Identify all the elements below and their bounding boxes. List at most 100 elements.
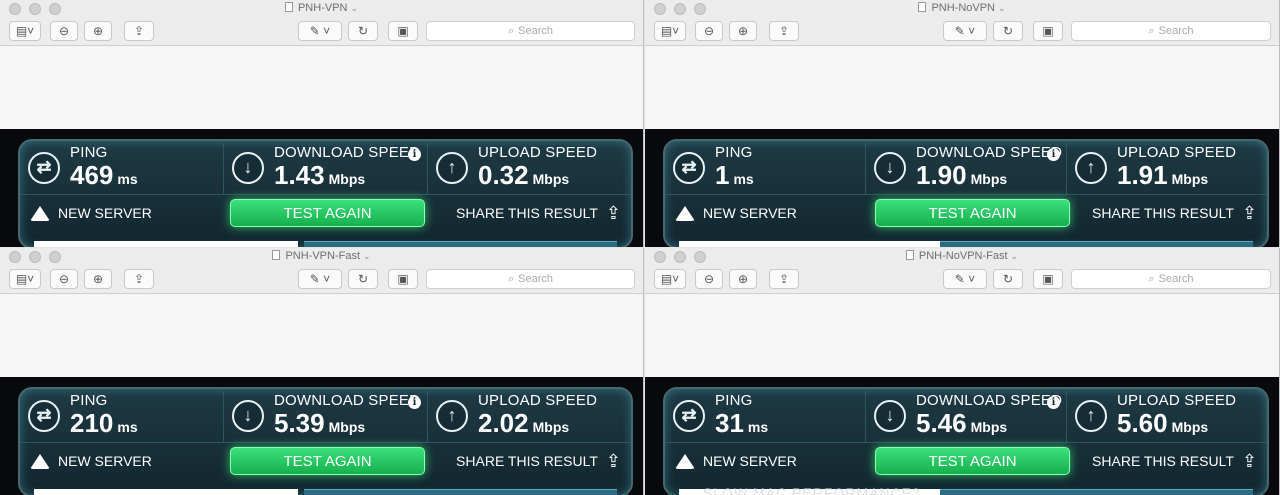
search-field[interactable]: ⌕ Search	[426, 269, 635, 289]
zoom-out-button[interactable]: ⊖	[50, 21, 78, 41]
share-result-button[interactable]: SHARE THIS RESULT ⇪	[425, 203, 621, 224]
share-button[interactable]: ⇪	[769, 21, 799, 41]
share-result-button[interactable]: SHARE THIS RESULT ⇪	[1070, 451, 1257, 472]
window-title[interactable]: PNH-VPN-Fast ⌄	[0, 250, 643, 262]
rotate-button[interactable]: ↻	[993, 269, 1023, 289]
test-again-label: TEST AGAIN	[928, 204, 1017, 222]
zoom-in-button[interactable]: ⊕	[84, 269, 112, 289]
zoom-out-icon: ⊖	[58, 272, 70, 286]
window-title[interactable]: PNH-NoVPN-Fast ⌄	[645, 250, 1279, 262]
ping-icon: ⇄	[28, 399, 60, 432]
share-button[interactable]: ⇪	[124, 269, 154, 289]
zoom-in-icon: ⊕	[92, 24, 104, 38]
markup-button[interactable]: ✎ ˅	[943, 21, 987, 41]
share-icon: ⇪	[778, 24, 790, 38]
ping-unit: ms	[747, 419, 769, 435]
document-canvas: ⇄ PING 31 ms ↓ DOWNLOAD SPEED 5.46 Mbps i	[645, 295, 1279, 495]
ping-metric: ⇄ PING 469 ms	[20, 141, 224, 194]
new-server-button[interactable]: NEW SERVER	[30, 453, 230, 469]
sidebar-toggle-button[interactable]: ▤˅	[9, 21, 41, 41]
sidebar-toggle-button[interactable]: ▤˅	[654, 269, 686, 289]
share-result-button[interactable]: SHARE THIS RESULT ⇪	[1070, 203, 1257, 224]
results-strip: SLOW MAC PERFORMANCE?	[665, 479, 1267, 495]
toolbox-button[interactable]: ▣	[1033, 21, 1063, 41]
speedtest-area: ⇄ PING 31 ms ↓ DOWNLOAD SPEED 5.46 Mbps i	[645, 377, 1279, 495]
metrics-row: ⇄ PING 210 ms ↓ DOWNLOAD SPEED 5.39 Mbps i	[20, 389, 631, 443]
ping-label: PING	[715, 144, 753, 161]
title-bar[interactable]: PNH-NoVPN-Fast ⌄	[645, 248, 1279, 266]
test-again-button[interactable]: TEST AGAIN	[875, 199, 1070, 227]
download-unit: Mbps	[970, 171, 1008, 187]
zoom-out-button[interactable]: ⊖	[695, 21, 723, 41]
metrics-row: ⇄ PING 469 ms ↓ DOWNLOAD SPEED 1.43 Mbps i	[20, 141, 631, 195]
info-icon[interactable]: i	[1047, 148, 1060, 161]
rotate-button[interactable]: ↻	[993, 21, 1023, 41]
new-server-button[interactable]: NEW SERVER	[30, 205, 230, 221]
speedtest-area: ⇄ PING 469 ms ↓ DOWNLOAD SPEED 1.43 Mbps i	[0, 129, 643, 247]
speedtest-panel: ⇄ PING 31 ms ↓ DOWNLOAD SPEED 5.46 Mbps i	[663, 387, 1269, 495]
upload-arrow-icon: ↑	[436, 399, 468, 432]
markup-button[interactable]: ✎ ˅	[298, 269, 342, 289]
new-server-button[interactable]: NEW SERVER	[675, 453, 875, 469]
share-button[interactable]: ⇪	[769, 269, 799, 289]
search-field[interactable]: ⌕ Search	[426, 21, 635, 41]
info-icon[interactable]: i	[1047, 396, 1060, 409]
upload-unit: Mbps	[532, 171, 570, 187]
upload-label: UPLOAD SPEED	[1117, 392, 1237, 409]
upload-label: UPLOAD SPEED	[1117, 144, 1237, 161]
test-again-button[interactable]: TEST AGAIN	[230, 447, 425, 475]
zoom-in-button[interactable]: ⊕	[729, 21, 757, 41]
pen-icon: ✎ ˅	[309, 24, 331, 38]
title-bar[interactable]: PNH-NoVPN ⌄	[645, 0, 1279, 18]
toolbox-button[interactable]: ▣	[1033, 269, 1063, 289]
info-icon[interactable]: i	[408, 148, 421, 161]
preview-window: PNH-VPN ⌄ ▤˅ ⊖ ⊕ ⇪ ✎ ˅ ↻ ▣ ⌕ Search ⇄ PING…	[0, 0, 644, 247]
download-unit: Mbps	[970, 419, 1008, 435]
toolbox-button[interactable]: ▣	[388, 21, 418, 41]
search-field[interactable]: ⌕ Search	[1071, 21, 1271, 41]
result-bar-left	[34, 489, 298, 495]
share-button[interactable]: ⇪	[124, 21, 154, 41]
download-label: DOWNLOAD SPEED	[916, 144, 1063, 161]
markup-button[interactable]: ✎ ˅	[943, 269, 987, 289]
rotate-icon: ↻	[1002, 272, 1014, 286]
search-field[interactable]: ⌕ Search	[1071, 269, 1271, 289]
ping-label: PING	[715, 392, 753, 409]
zoom-in-icon: ⊕	[92, 272, 104, 286]
zoom-out-button[interactable]: ⊖	[695, 269, 723, 289]
rotate-button[interactable]: ↻	[348, 21, 378, 41]
share-result-label: SHARE THIS RESULT	[456, 453, 598, 469]
server-triangle-icon	[30, 205, 50, 221]
sidebar-toggle-button[interactable]: ▤˅	[654, 21, 686, 41]
test-again-button[interactable]: TEST AGAIN	[230, 199, 425, 227]
toolbar: ▤˅ ⊖ ⊕ ⇪ ✎ ˅ ↻ ▣ ⌕ Search	[645, 266, 1279, 294]
share-icon: ⇪	[133, 272, 145, 286]
toolbox-button[interactable]: ▣	[388, 269, 418, 289]
server-triangle-icon	[675, 205, 695, 221]
download-label: DOWNLOAD SPEED	[274, 392, 421, 409]
title-bar[interactable]: PNH-VPN ⌄	[0, 0, 643, 18]
zoom-out-button[interactable]: ⊖	[50, 269, 78, 289]
zoom-in-button[interactable]: ⊕	[729, 269, 757, 289]
info-icon[interactable]: i	[408, 396, 421, 409]
upload-label: UPLOAD SPEED	[478, 392, 598, 409]
markup-button[interactable]: ✎ ˅	[298, 21, 342, 41]
zoom-in-button[interactable]: ⊕	[84, 21, 112, 41]
sidebar-toggle-button[interactable]: ▤˅	[9, 269, 41, 289]
test-again-button[interactable]: TEST AGAIN	[875, 447, 1070, 475]
rotate-button[interactable]: ↻	[348, 269, 378, 289]
ping-icon: ⇄	[673, 399, 705, 432]
window-title[interactable]: PNH-NoVPN ⌄	[645, 2, 1279, 14]
new-server-button[interactable]: NEW SERVER	[675, 205, 875, 221]
download-value: 5.39	[274, 408, 325, 438]
sidebar-icon: ▤˅	[660, 24, 680, 38]
results-strip	[665, 231, 1267, 247]
title-bar[interactable]: PNH-VPN-Fast ⌄	[0, 248, 643, 266]
upload-label: UPLOAD SPEED	[478, 144, 598, 161]
actions-row: NEW SERVER TEST AGAIN SHARE THIS RESULT …	[665, 195, 1267, 231]
window-title[interactable]: PNH-VPN ⌄	[0, 2, 643, 14]
rotate-icon: ↻	[357, 24, 369, 38]
share-result-button[interactable]: SHARE THIS RESULT ⇪	[425, 451, 621, 472]
upload-unit: Mbps	[1171, 171, 1209, 187]
new-server-label: NEW SERVER	[58, 453, 152, 469]
